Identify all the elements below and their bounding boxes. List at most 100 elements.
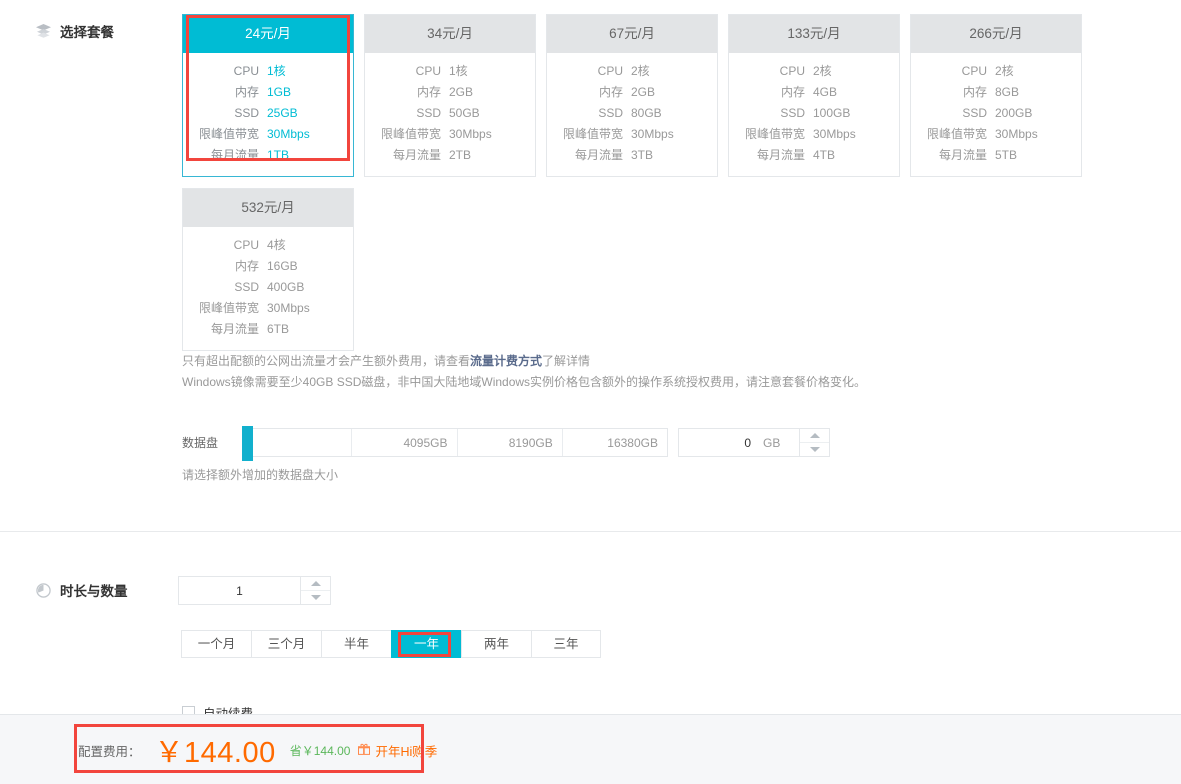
spec-key: SSD <box>739 103 813 124</box>
spec-row: 内存1GB <box>183 82 353 103</box>
spec-row: 限峰值带宽30Mbps <box>183 298 353 319</box>
plan-card-2-price: 67元/月 <box>547 15 717 53</box>
spec-key: 内存 <box>193 82 267 103</box>
section-title-duration: 时长与数量 <box>60 580 128 600</box>
spec-value: 25GB <box>267 103 343 124</box>
quantity-value[interactable]: 1 <box>179 584 300 598</box>
spec-value: 2TB <box>449 145 525 166</box>
spec-value: 2GB <box>631 82 707 103</box>
quantity-down-button[interactable] <box>301 591 330 604</box>
spec-key: 限峰值带宽 <box>921 124 995 145</box>
plan-card-0[interactable]: 24元/月 CPU1核 内存1GB SSD25GB 限峰值带宽30Mbps 每月… <box>182 14 354 177</box>
data-disk-control: 数据盘 4095GB 8190GB 16380GB 0 GB <box>182 428 830 457</box>
spec-value: 6TB <box>267 319 343 340</box>
data-disk-label: 数据盘 <box>182 434 246 451</box>
slider-tick-1[interactable]: 4095GB <box>352 429 457 456</box>
spec-value: 2核 <box>631 61 707 82</box>
spec-key: 限峰值带宽 <box>557 124 631 145</box>
spec-value: 30Mbps <box>631 124 707 145</box>
plan-card-4[interactable]: 266元/月 CPU2核 内存8GB SSD200GB 限峰值带宽30Mbps … <box>910 14 1082 177</box>
stepper-up-button[interactable] <box>800 429 829 443</box>
plan-card-2[interactable]: 67元/月 CPU2核 内存2GB SSD80GB 限峰值带宽30Mbps 每月… <box>546 14 718 177</box>
spec-row: CPU4核 <box>183 235 353 256</box>
data-disk-slider-handle[interactable] <box>242 426 253 461</box>
section-header-duration: 时长与数量 <box>36 580 128 600</box>
duration-option-4[interactable]: 两年 <box>461 630 531 658</box>
spec-value: 2GB <box>449 82 525 103</box>
spec-key: 每月流量 <box>193 319 267 340</box>
spec-key: SSD <box>557 103 631 124</box>
quantity-stepper[interactable]: 1 <box>178 576 331 605</box>
plan-card-4-specs: CPU2核 内存8GB SSD200GB 限峰值带宽30Mbps 每月流量5TB <box>911 53 1081 176</box>
spec-key: CPU <box>193 235 267 256</box>
spec-key: 内存 <box>557 82 631 103</box>
spec-key: 限峰值带宽 <box>375 124 449 145</box>
slider-tick-3[interactable]: 16380GB <box>563 429 667 456</box>
spec-value: 50GB <box>449 103 525 124</box>
plan-card-list: 24元/月 CPU1核 内存1GB SSD25GB 限峰值带宽30Mbps 每月… <box>182 14 1102 362</box>
section-header-plan: 选择套餐 <box>36 21 114 41</box>
spec-key: 内存 <box>739 82 813 103</box>
section-title-plan: 选择套餐 <box>60 21 114 41</box>
spec-row: 限峰值带宽30Mbps <box>729 124 899 145</box>
spec-key: CPU <box>557 61 631 82</box>
plan-notes: 只有超出配额的公网出流量才会产生额外费用，请查看流量计费方式了解详情 Windo… <box>182 351 866 393</box>
spec-row: SSD50GB <box>365 103 535 124</box>
duration-option-2[interactable]: 半年 <box>321 630 391 658</box>
plan-card-3[interactable]: 133元/月 CPU2核 内存4GB SSD100GB 限峰值带宽30Mbps … <box>728 14 900 177</box>
spec-row: CPU1核 <box>365 61 535 82</box>
plan-card-2-specs: CPU2核 内存2GB SSD80GB 限峰值带宽30Mbps 每月流量3TB <box>547 53 717 176</box>
data-disk-stepper[interactable] <box>799 429 829 456</box>
chevron-up-icon <box>810 433 820 438</box>
quantity-up-button[interactable] <box>301 577 330 591</box>
duration-option-0[interactable]: 一个月 <box>181 630 251 658</box>
spec-row: 内存2GB <box>547 82 717 103</box>
spec-value: 100GB <box>813 103 889 124</box>
spec-row: SSD200GB <box>911 103 1081 124</box>
spec-row: 每月流量1TB <box>183 145 353 166</box>
spec-key: CPU <box>193 61 267 82</box>
spec-key: CPU <box>375 61 449 82</box>
plan-card-3-price: 133元/月 <box>729 15 899 53</box>
data-disk-value[interactable]: 0 <box>679 436 763 450</box>
spec-value: 30Mbps <box>449 124 525 145</box>
stepper-down-button[interactable] <box>800 443 829 456</box>
spec-key: SSD <box>193 277 267 298</box>
spec-row: CPU2核 <box>547 61 717 82</box>
traffic-billing-link[interactable]: 流量计费方式 <box>470 354 542 368</box>
spec-value: 1GB <box>267 82 343 103</box>
spec-row: 限峰值带宽30Mbps <box>365 124 535 145</box>
spec-key: CPU <box>739 61 813 82</box>
slider-tick-2[interactable]: 8190GB <box>458 429 563 456</box>
section-divider <box>0 531 1181 532</box>
spec-key: 每月流量 <box>921 145 995 166</box>
data-disk-slider[interactable]: 4095GB 8190GB 16380GB <box>246 428 668 457</box>
slider-tick-0[interactable] <box>247 429 352 456</box>
duration-option-3[interactable]: 一年 <box>391 630 461 658</box>
data-disk-unit: GB <box>763 436 799 450</box>
quantity-stepper-buttons[interactable] <box>300 577 330 604</box>
chevron-down-icon <box>311 595 321 600</box>
spec-key: 每月流量 <box>739 145 813 166</box>
spec-row: 内存4GB <box>729 82 899 103</box>
purchase-configuration-page: 选择套餐 24元/月 CPU1核 内存1GB SSD25GB 限峰值带宽30Mb… <box>0 0 1181 784</box>
spec-key: 内存 <box>193 256 267 277</box>
spec-row: CPU2核 <box>729 61 899 82</box>
plan-card-1[interactable]: 34元/月 CPU1核 内存2GB SSD50GB 限峰值带宽30Mbps 每月… <box>364 14 536 177</box>
spec-value: 30Mbps <box>995 124 1071 145</box>
spec-value: 2核 <box>813 61 889 82</box>
data-disk-number-input[interactable]: 0 GB <box>678 428 830 457</box>
plan-card-5[interactable]: 532元/月 CPU4核 内存16GB SSD400GB 限峰值带宽30Mbps… <box>182 188 354 351</box>
duration-option-5[interactable]: 三年 <box>531 630 601 658</box>
plan-card-0-specs: CPU1核 内存1GB SSD25GB 限峰值带宽30Mbps 每月流量1TB <box>183 53 353 176</box>
spec-row: CPU2核 <box>911 61 1081 82</box>
spec-row: 限峰值带宽30Mbps <box>183 124 353 145</box>
data-disk-hint: 请选择额外增加的数据盘大小 <box>182 466 338 483</box>
spec-value: 4GB <box>813 82 889 103</box>
clock-icon <box>36 583 51 598</box>
plan-card-5-price: 532元/月 <box>183 189 353 227</box>
plan-card-4-price: 266元/月 <box>911 15 1081 53</box>
duration-option-1[interactable]: 三个月 <box>251 630 321 658</box>
spec-row: SSD80GB <box>547 103 717 124</box>
spec-row: SSD400GB <box>183 277 353 298</box>
